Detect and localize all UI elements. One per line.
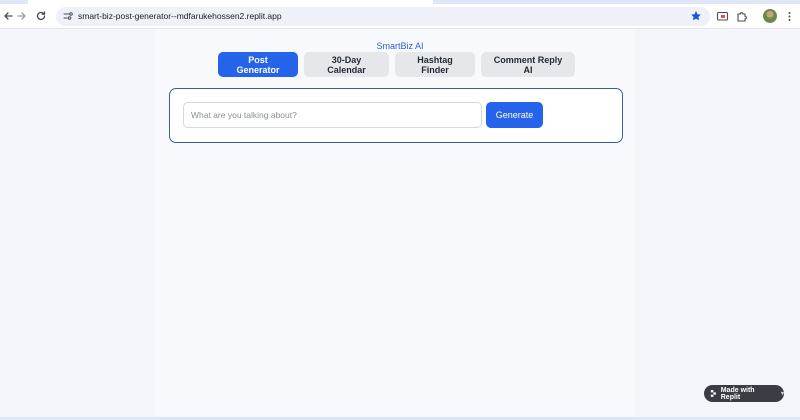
site-info-icon[interactable] <box>62 10 74 22</box>
topic-input[interactable] <box>183 102 482 128</box>
reload-icon <box>36 11 46 21</box>
brand-title: SmartBiz AI <box>376 41 424 51</box>
tab-post-generator[interactable]: Post Generator <box>218 52 298 77</box>
back-arrow-icon <box>4 12 13 20</box>
forward-arrow-icon <box>17 12 26 20</box>
chevron-down-icon: ▾ <box>780 391 784 397</box>
replit-logo-icon <box>710 390 716 397</box>
forward-button[interactable] <box>14 8 30 24</box>
extensions-icon[interactable] <box>735 10 748 23</box>
tab-30-day-calendar[interactable]: 30-Day Calendar <box>304 52 389 77</box>
address-bar[interactable]: smart-biz-post-generator--mdfarukehossen… <box>56 7 710 26</box>
generator-card: Generate <box>169 88 623 143</box>
more-icon[interactable] <box>783 10 796 23</box>
badge-label: Made with Replit <box>720 386 755 401</box>
browser-toolbar: smart-biz-post-generator--mdfarukehossen… <box>0 4 800 29</box>
tab-comment-reply-ai[interactable]: Comment Reply AI <box>481 52 575 77</box>
tab-hashtag-finder[interactable]: Hashtag Finder <box>395 52 475 77</box>
generate-button[interactable]: Generate <box>486 102 543 128</box>
url-text: smart-biz-post-generator--mdfarukehossen… <box>78 11 282 21</box>
cast-icon[interactable] <box>716 10 729 23</box>
page-body: SmartBiz AI Post Generator 30-Day Calend… <box>0 30 800 420</box>
star-icon[interactable] <box>690 10 702 22</box>
made-with-replit-badge[interactable]: Made with Replit ▾ <box>704 385 784 402</box>
reload-button[interactable] <box>33 8 49 24</box>
feature-tabs: Post Generator 30-Day Calendar Hashtag F… <box>218 52 575 77</box>
profile-avatar[interactable] <box>763 9 777 23</box>
